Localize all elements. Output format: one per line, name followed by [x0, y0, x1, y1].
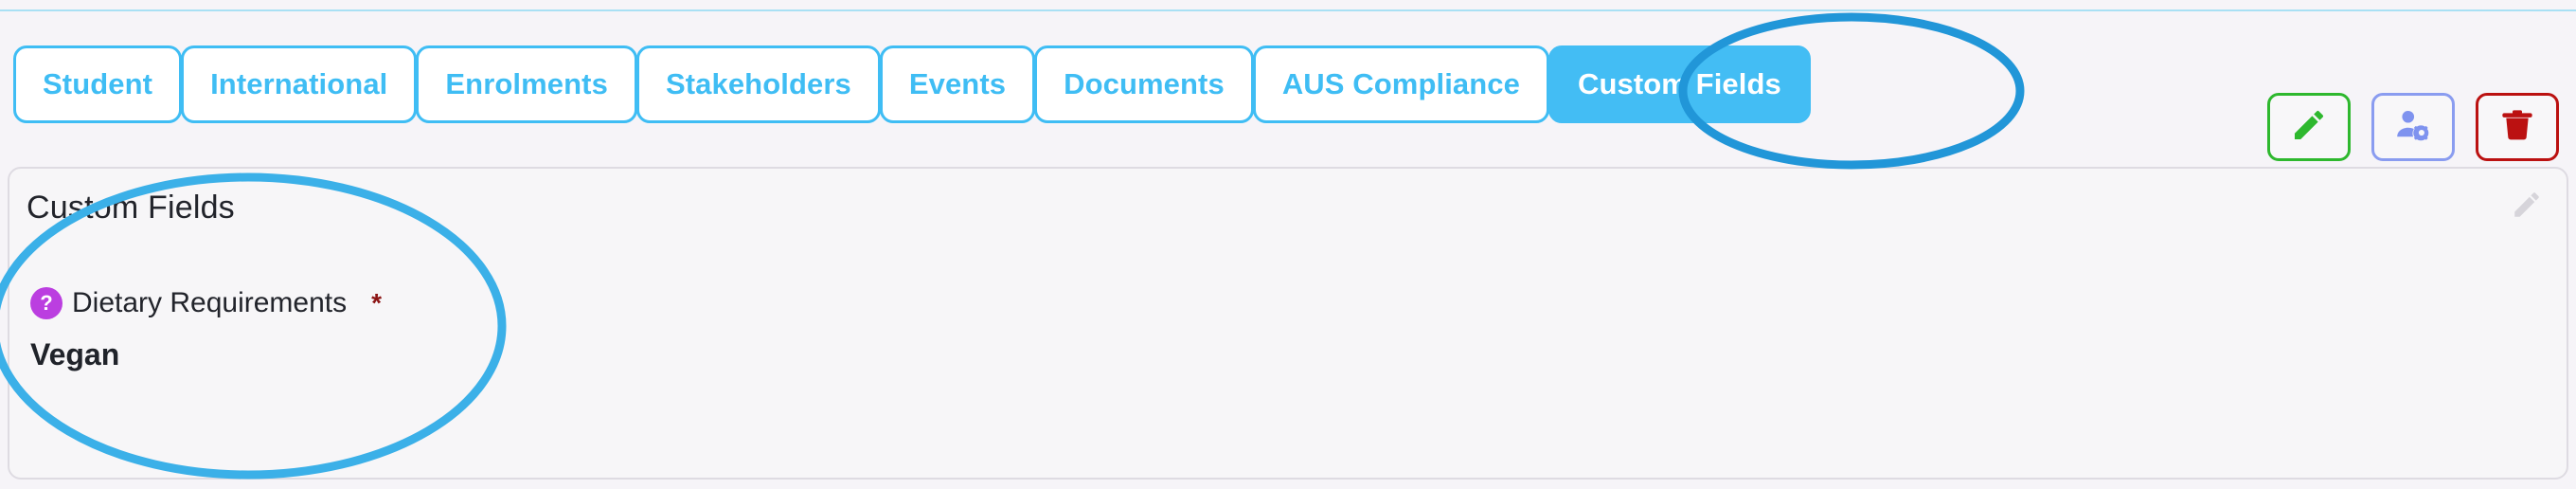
tab-label: Custom Fields: [1577, 67, 1781, 100]
tab-label: International: [210, 67, 388, 100]
top-divider: [0, 9, 2576, 11]
panel-title: Custom Fields: [27, 190, 235, 226]
edit-record-button[interactable]: [2267, 93, 2351, 161]
tab-label: Enrolments: [445, 67, 608, 100]
custom-fields-panel: Custom Fields ? Dietary Requirements * V…: [8, 167, 2568, 480]
tab-custom-fields[interactable]: Custom Fields: [1547, 45, 1811, 123]
required-asterisk: *: [371, 288, 383, 317]
tab-label: Documents: [1064, 67, 1225, 100]
field-label-row: ? Dietary Requirements *: [30, 284, 382, 322]
tab-student[interactable]: Student: [13, 45, 183, 123]
tab-aus-compliance[interactable]: AUS Compliance: [1252, 45, 1549, 123]
tab-label: AUS Compliance: [1281, 67, 1520, 100]
tab-label: Events: [908, 67, 1007, 100]
panel-edit-button[interactable]: [2506, 186, 2548, 227]
tab-label: Student: [43, 67, 153, 100]
delete-record-button[interactable]: [2476, 93, 2559, 161]
help-icon[interactable]: ?: [30, 287, 63, 319]
pencil-icon: [2290, 106, 2328, 149]
tab-label: Stakeholders: [665, 67, 851, 100]
tab-documents[interactable]: Documents: [1034, 45, 1254, 123]
tab-enrolments[interactable]: Enrolments: [416, 45, 637, 123]
trash-icon: [2498, 106, 2536, 149]
tab-international[interactable]: International: [181, 45, 418, 123]
pencil-icon: [2511, 189, 2543, 226]
tab-events[interactable]: Events: [879, 45, 1036, 123]
action-button-group: [2267, 93, 2559, 161]
user-settings-button[interactable]: [2371, 93, 2455, 161]
tab-list: Student International Enrolments Stakeho…: [13, 45, 1811, 123]
tab-stakeholders[interactable]: Stakeholders: [635, 45, 881, 123]
field-value: Vegan: [30, 337, 120, 371]
field-label: Dietary Requirements: [72, 287, 348, 318]
user-gear-icon: [2393, 105, 2433, 150]
tab-bar: Student International Enrolments Stakeho…: [0, 45, 2576, 161]
custom-field-item: ? Dietary Requirements * Vegan: [30, 284, 382, 372]
